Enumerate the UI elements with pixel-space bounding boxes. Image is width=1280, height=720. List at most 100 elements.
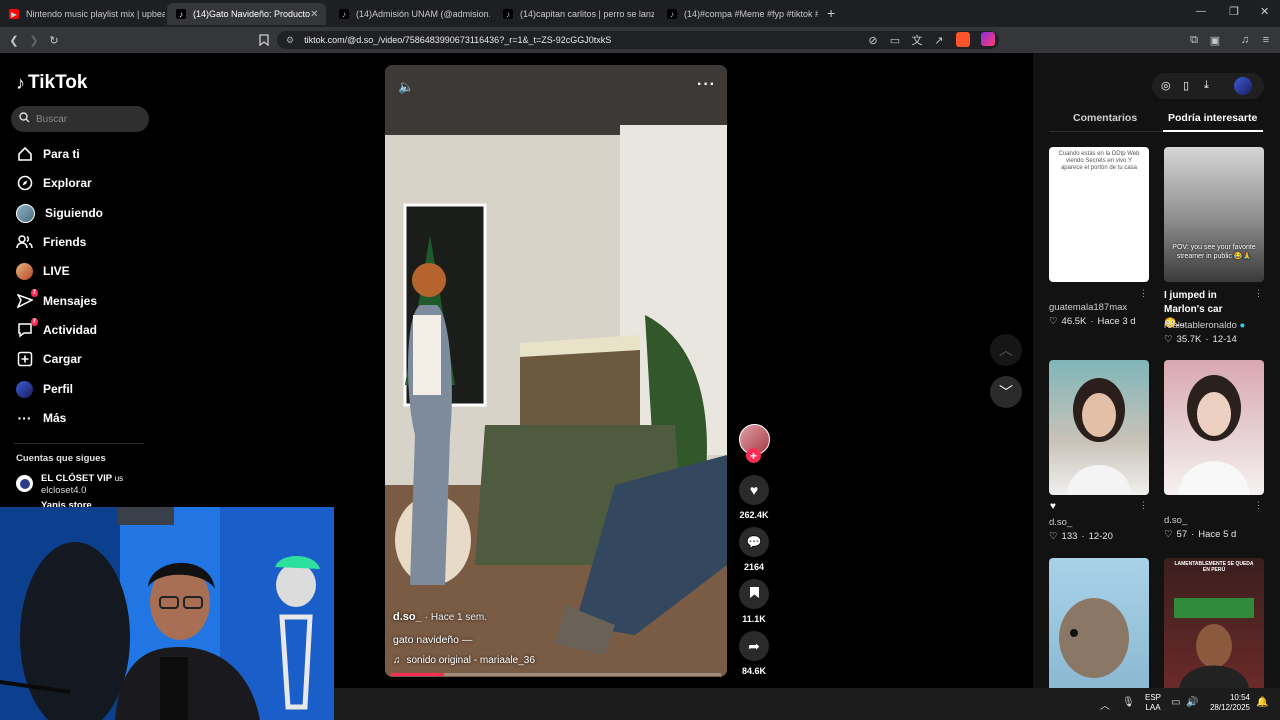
chevron-up-icon: ︿ [999, 342, 1013, 358]
nav-mas[interactable]: ··· Más [16, 407, 67, 429]
item-options-icon[interactable]: ⋮ [1139, 500, 1148, 511]
recommendation-user-row[interactable]: realstableronaldo ● [1164, 320, 1245, 331]
menu-icon[interactable]: ≡ [1258, 32, 1274, 48]
user-avatar[interactable] [1234, 77, 1252, 95]
tab-label: (14)Admisión UNAM (@admision.un [356, 9, 490, 19]
tab-podria-interesarte[interactable]: Podría interesarte [1168, 112, 1257, 124]
sidebar-toggle-icon[interactable]: ▣ [1207, 32, 1223, 48]
following-account-el-closet[interactable]: EL CLÓSET VIP us elcloset4.0 [16, 473, 123, 497]
video-author[interactable]: d.so_ [393, 611, 422, 623]
active-tab-indicator [1163, 130, 1263, 132]
item-options-icon[interactable]: ⋮ [1254, 500, 1263, 511]
following-section-title: Cuentas que sigues [16, 453, 106, 464]
nav-mensajes[interactable]: 7 Mensajes [16, 288, 97, 312]
nav-para-ti[interactable]: Para ti [16, 143, 80, 165]
network-icon[interactable]: ▭ [1171, 697, 1180, 708]
nav-live[interactable]: LIVE [16, 260, 70, 282]
recommendation-title[interactable]: ♥ [1050, 501, 1056, 512]
share-icon[interactable]: ↗ [931, 32, 947, 48]
extensions-icon[interactable]: ⧉ [1186, 32, 1202, 48]
next-video-button[interactable]: ﹀ [990, 376, 1022, 408]
tab-gato-navideno[interactable]: ♪ (14)Gato Navideño: Producto ✕ [167, 3, 326, 25]
thumbnail-text: Cuando estás en la DDtp Web viendo Secre… [1058, 151, 1140, 171]
nav-actividad[interactable]: 7 Actividad [16, 317, 97, 341]
saves-count: 11.1K [742, 614, 766, 624]
search-input[interactable]: Buscar [11, 106, 149, 132]
share-button[interactable]: ➦ [739, 631, 769, 661]
tab-compa-meme[interactable]: ♪ (14)#compa #Meme #fyp #tiktok #ti [658, 3, 818, 25]
maximize-window-icon[interactable]: ❐ [1229, 5, 1239, 18]
recommendation-thumbnail[interactable]: LAMENTABLEMENTE SE QUEDA EN PERÚ [1164, 558, 1264, 688]
nav-label: Perfil [43, 382, 74, 396]
recommendation-thumbnail[interactable]: Cuando estás en la DDtp Web viendo Secre… [1049, 147, 1149, 282]
bookmark-icon[interactable] [256, 32, 272, 48]
recommendation-thumbnail[interactable] [1164, 360, 1264, 495]
tab-comentarios[interactable]: Comentarios [1073, 112, 1137, 124]
device-icon[interactable]: ▯ [1183, 79, 1189, 92]
nav-cargar[interactable]: Cargar [16, 348, 82, 370]
tab-admision-unam[interactable]: ♪ (14)Admisión UNAM (@admision.un [330, 3, 490, 25]
tab-nintendo-playlist[interactable]: ▶ Nintendo music playlist mix | upbeat [0, 3, 165, 25]
back-icon[interactable]: ❮ [6, 32, 22, 48]
previous-video-button[interactable]: ︿ [990, 334, 1022, 366]
recommendation-thumbnail[interactable] [1049, 558, 1149, 688]
notifications-icon[interactable]: 🔔 [1256, 697, 1268, 708]
minimize-window-icon[interactable]: — [1196, 6, 1206, 17]
tab-capitan-carlitos[interactable]: ♪ (14)capitan carlitos | perro se lanza … [494, 3, 654, 25]
bookmark-icon [749, 586, 760, 602]
new-tab-button[interactable]: + [827, 5, 835, 21]
mute-icon[interactable]: 🔈 [398, 79, 414, 95]
upload-icon [16, 351, 33, 368]
nav-label: Cargar [43, 352, 82, 366]
translate-icon[interactable]: 文 [909, 32, 925, 48]
account-avatar [16, 475, 33, 492]
download-icon[interactable]: ⤓ [1204, 79, 1209, 92]
follow-plus-icon[interactable]: + [746, 448, 761, 463]
reload-icon[interactable]: ↻ [46, 32, 62, 48]
item-options-icon[interactable]: ⋮ [1139, 288, 1148, 299]
video-player[interactable] [385, 65, 727, 677]
video-sound[interactable]: ♫ sonido original - mariaale_36 [393, 655, 535, 666]
site-info-icon[interactable]: ⚙ [286, 35, 294, 46]
save-button[interactable] [739, 579, 769, 609]
recommendation-thumbnail[interactable] [1049, 360, 1149, 495]
share-arrow-icon: ➦ [748, 637, 760, 654]
nav-label: Explorar [43, 176, 92, 190]
recommendation-thumbnail[interactable]: POV: you see your favorite streamer in p… [1164, 147, 1264, 282]
like-button[interactable]: ♥ [739, 475, 769, 505]
shares-count: 84.6K [741, 666, 767, 676]
search-icon [19, 112, 30, 126]
taskbar-clock[interactable]: 10:54 28/12/2025 [1206, 693, 1250, 713]
comment-button[interactable]: 💬 [739, 527, 769, 557]
nav-explorar[interactable]: Explorar [16, 172, 92, 194]
recommendation-user[interactable]: d.so_ [1164, 515, 1187, 526]
nav-friends[interactable]: Friends [16, 231, 86, 253]
close-window-icon[interactable]: ✕ [1260, 5, 1269, 18]
tiktok-logo[interactable]: ♪ TikTok [16, 72, 87, 94]
thumbnail-person-image [1067, 378, 1131, 495]
microphone-icon[interactable]: 🎙 [1122, 697, 1135, 708]
nav-siguiendo[interactable]: Siguiendo [16, 202, 103, 224]
recommendation-user[interactable]: d.so_ [1049, 517, 1072, 528]
nav-perfil[interactable]: Perfil [16, 378, 73, 400]
forward-icon[interactable]: ❯ [26, 32, 42, 48]
volume-icon[interactable]: 🔊 [1186, 697, 1198, 708]
thumbnail-person-image [1178, 375, 1250, 495]
brave-shields-icon[interactable] [956, 32, 970, 47]
more-options-icon[interactable]: ··· [697, 76, 716, 94]
keyboard-layout: LAA [1145, 703, 1161, 712]
media-icon[interactable]: ♫ [1237, 32, 1253, 48]
activity-badge: 7 [30, 317, 38, 326]
reader-mode-icon[interactable]: ▭ [887, 32, 903, 48]
explore-icon[interactable]: ◎ [1161, 79, 1171, 92]
tiktok-icon: ♪ [339, 9, 349, 19]
recommendation-user[interactable]: guatemala187max [1049, 302, 1127, 313]
item-options-icon[interactable]: ⋮ [1254, 288, 1263, 299]
brave-rewards-icon[interactable] [981, 32, 995, 46]
vpn-off-icon[interactable]: ⊘ [865, 32, 881, 48]
close-tab-icon[interactable]: ✕ [310, 9, 318, 20]
video-progress-track[interactable] [391, 673, 721, 676]
tray-overflow-icon[interactable]: ︿ [1100, 697, 1110, 712]
input-language[interactable]: ESP LAA [1145, 693, 1161, 713]
recommendation-stats: ♡ 46.5K · Hace 3 d [1049, 316, 1136, 327]
